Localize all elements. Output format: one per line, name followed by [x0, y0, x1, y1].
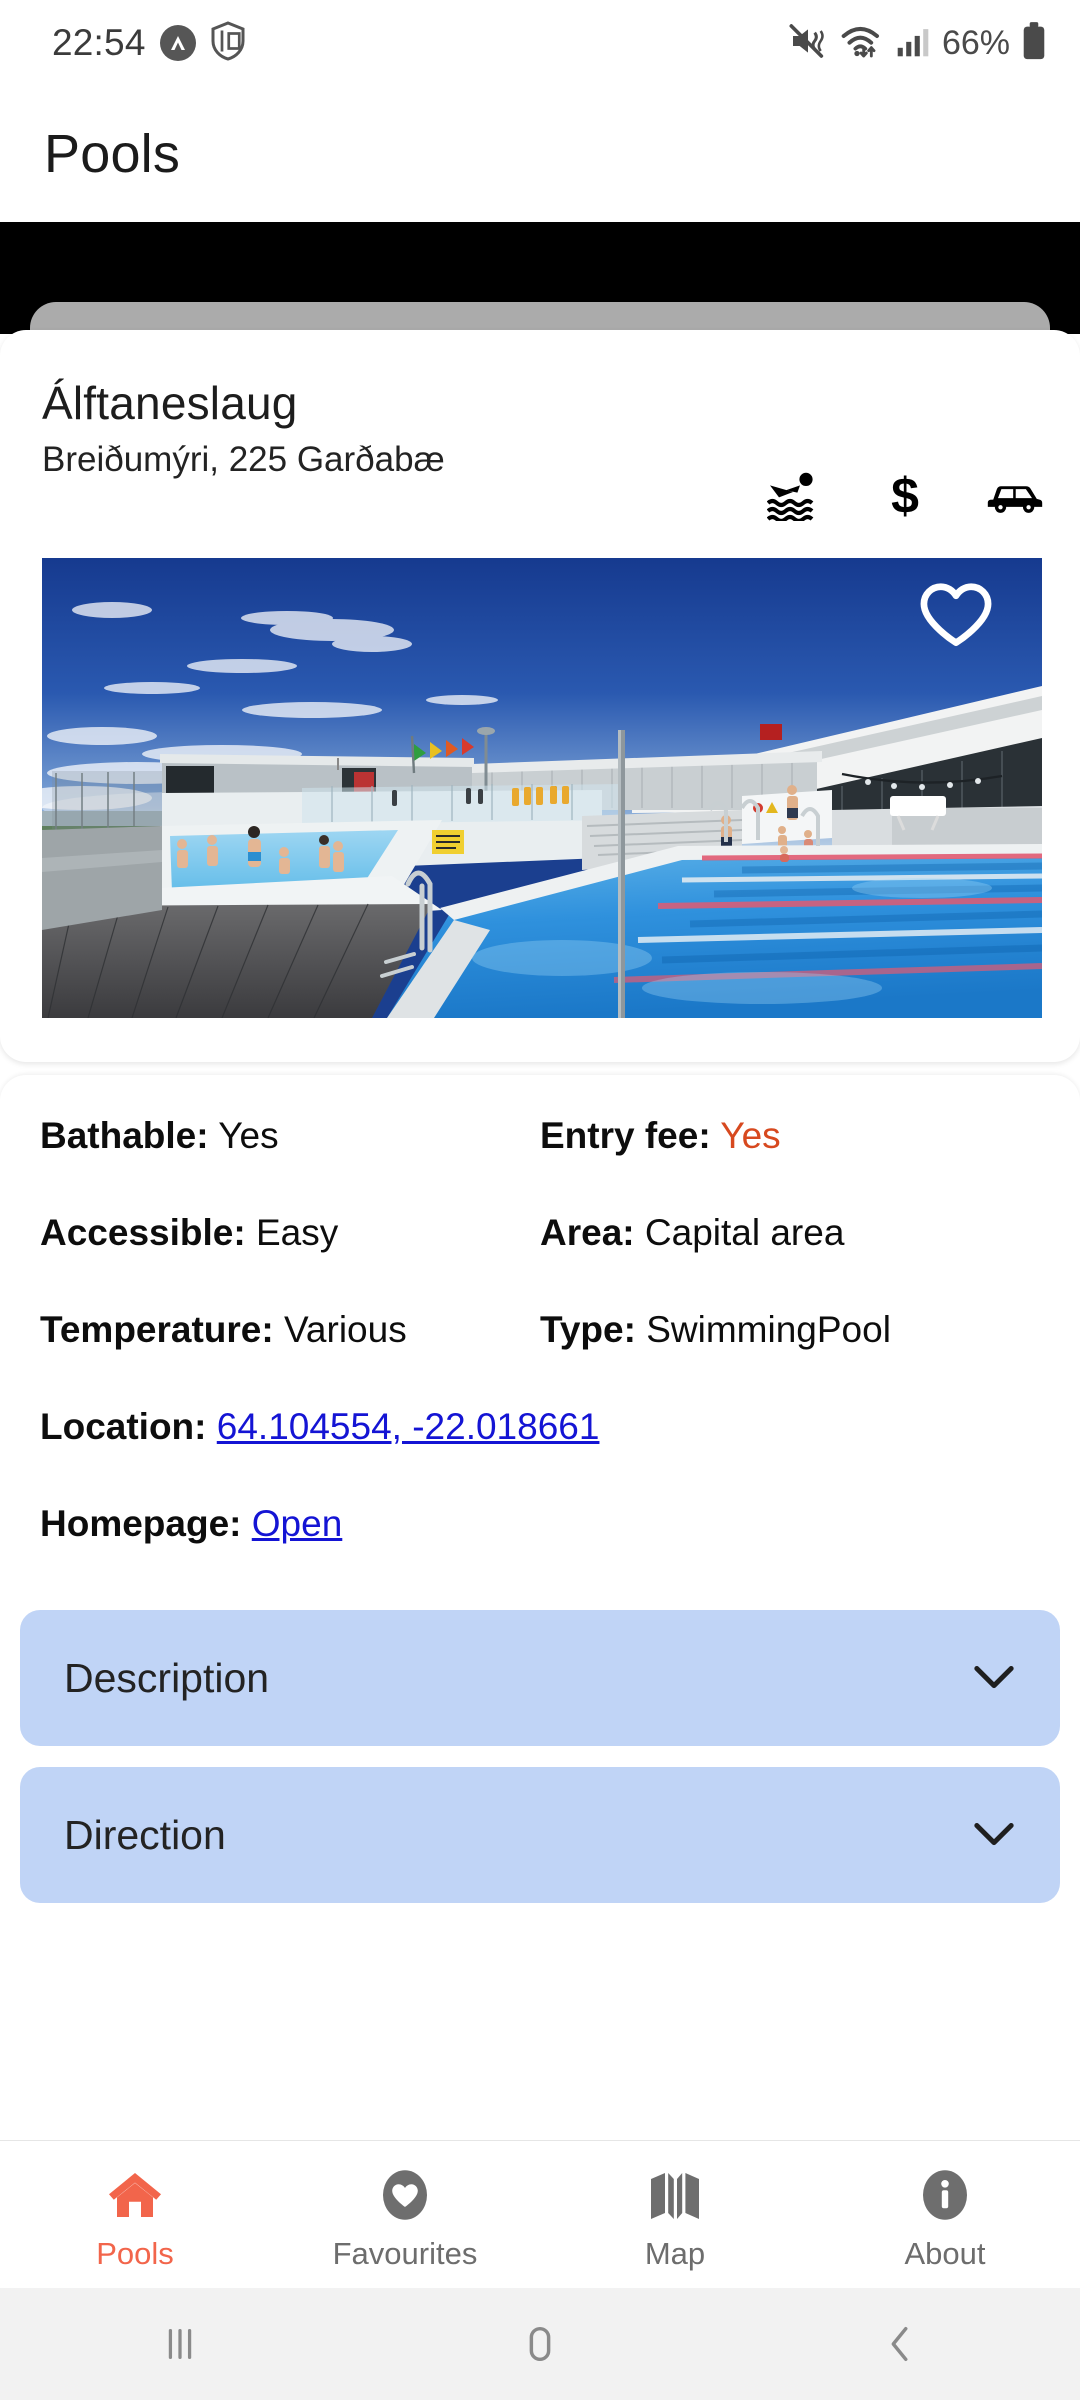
heart-filled-icon: [379, 2164, 431, 2226]
favourite-heart-icon[interactable]: [918, 580, 994, 656]
detail-key: Accessible:: [40, 1212, 246, 1253]
bottom-tab-bar: Pools Favourites Map About: [0, 2140, 1080, 2288]
recents-button[interactable]: [0, 2321, 360, 2367]
map-icon: [647, 2164, 703, 2226]
tab-pools[interactable]: Pools: [0, 2141, 270, 2288]
detail-homepage: Homepage: Open: [40, 1503, 1040, 1544]
expander-label: Direction: [64, 1811, 226, 1858]
battery-icon: [1022, 21, 1046, 65]
tab-label: About: [904, 2235, 986, 2271]
expander-direction[interactable]: Direction: [20, 1767, 1060, 1903]
details-grid: Bathable: Yes Entry fee: Yes Accessible:…: [0, 1075, 1080, 1602]
system-navigation-bar: [0, 2288, 1080, 2400]
pool-address: Breiðumýri, 225 Garðabæ: [42, 440, 445, 479]
detail-key: Temperature:: [40, 1309, 274, 1350]
tab-label: Pools: [96, 2235, 174, 2271]
wifi-icon: [840, 21, 884, 66]
chevron-down-icon[interactable]: [972, 1813, 1016, 1857]
shield-icon: [210, 20, 246, 66]
detail-location: Location: 64.104554, -22.018661: [40, 1406, 1040, 1447]
car-icon: [986, 470, 1044, 522]
expander-label: Description: [64, 1654, 270, 1701]
detail-area: Area: Capital area: [540, 1212, 1040, 1253]
detail-key: Area:: [540, 1212, 635, 1253]
pool-photo-render: [42, 558, 1042, 1018]
location-coordinates-link[interactable]: 64.104554, -22.018661: [217, 1406, 600, 1447]
pool-header-card[interactable]: Álftaneslaug Breiðumýri, 225 Garðabæ $: [0, 330, 1080, 1062]
detail-entry-fee: Entry fee: Yes: [540, 1115, 1040, 1156]
detail-key: Bathable:: [40, 1115, 209, 1156]
detail-value: Capital area: [644, 1212, 845, 1253]
app-bar: Pools: [0, 86, 1080, 222]
pool-photo[interactable]: [42, 558, 1042, 1018]
status-time: 22:54: [52, 22, 146, 63]
home-button[interactable]: [360, 2321, 720, 2367]
expander-description[interactable]: Description: [20, 1610, 1060, 1746]
details-row: Homepage: Open: [40, 1503, 1040, 1602]
tab-label: Map: [644, 2235, 706, 2271]
details-row: Location: 64.104554, -22.018661: [40, 1406, 1040, 1505]
details-row: Temperature: Various Type: SwimmingPool: [40, 1309, 1040, 1408]
status-bar-right: 66%: [788, 21, 1046, 66]
status-bar: 22:54 66%: [0, 0, 1080, 86]
pool-name: Álftaneslaug: [42, 377, 298, 429]
tab-label: Favourites: [332, 2235, 478, 2271]
detail-value: Various: [284, 1309, 407, 1350]
detail-key: Homepage:: [40, 1503, 242, 1544]
detail-value: Yes: [218, 1115, 279, 1156]
tab-map[interactable]: Map: [540, 2141, 810, 2288]
detail-key: Location:: [40, 1406, 207, 1447]
detail-value: Easy: [255, 1212, 339, 1253]
details-row: Accessible: Easy Area: Capital area: [40, 1212, 1040, 1311]
pool-details-card: Bathable: Yes Entry fee: Yes Accessible:…: [0, 1075, 1080, 2140]
facility-icon-row: $: [766, 470, 1044, 522]
detail-temperature: Temperature: Various: [40, 1309, 540, 1350]
battery-percent-label: 66%: [941, 23, 1010, 62]
details-row: Bathable: Yes Entry fee: Yes: [40, 1115, 1040, 1214]
info-icon: [919, 2164, 971, 2226]
status-bar-left: 22:54: [52, 20, 246, 66]
detail-key: Type:: [540, 1309, 636, 1350]
tab-favourites[interactable]: Favourites: [270, 2141, 540, 2288]
back-button[interactable]: [720, 2321, 1080, 2367]
tab-about[interactable]: About: [810, 2141, 1080, 2288]
detail-value: SwimmingPool: [646, 1309, 891, 1350]
homepage-open-link[interactable]: Open: [252, 1503, 343, 1544]
detail-type: Type: SwimmingPool: [540, 1309, 1040, 1350]
app-badge-icon: [159, 25, 196, 61]
page-title: Pools: [44, 124, 181, 184]
swimmer-icon: [766, 470, 824, 522]
home-icon: [107, 2164, 163, 2226]
app-screen: 22:54 66% Pools Álftaneslaug Breiðumýri,…: [0, 0, 1080, 2400]
detail-bathable: Bathable: Yes: [40, 1115, 540, 1156]
mute-vibrate-icon: [788, 21, 828, 66]
chevron-down-icon[interactable]: [972, 1656, 1016, 1700]
detail-value: Yes: [720, 1115, 781, 1156]
signal-bars-icon: [896, 24, 930, 63]
detail-key: Entry fee:: [540, 1115, 711, 1156]
detail-accessible: Accessible: Easy: [40, 1212, 540, 1253]
dollar-icon: $: [891, 468, 919, 524]
